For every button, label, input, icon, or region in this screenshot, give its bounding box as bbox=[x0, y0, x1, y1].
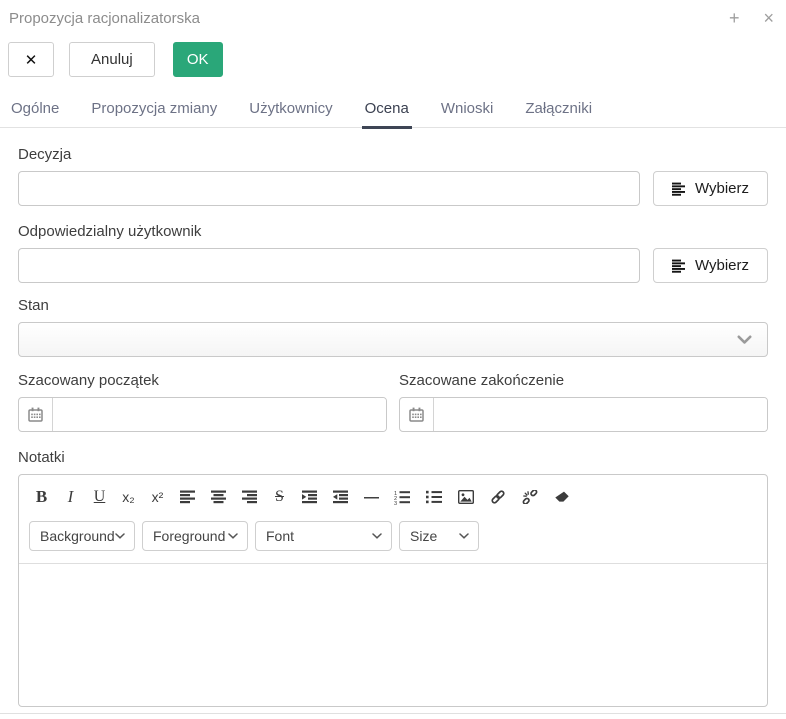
indent-icon bbox=[302, 490, 317, 504]
chevron-down-icon bbox=[372, 533, 382, 539]
font-size-select[interactable]: Size bbox=[399, 521, 479, 551]
chevron-down-icon bbox=[737, 335, 752, 345]
strikethrough-button[interactable]: S bbox=[267, 484, 292, 510]
ok-button[interactable]: OK bbox=[173, 42, 223, 77]
underline-icon: U bbox=[94, 488, 106, 506]
strikethrough-icon: S bbox=[275, 488, 284, 506]
chevron-down-icon bbox=[115, 533, 125, 539]
tab-zalaczniki[interactable]: Załączniki bbox=[522, 100, 595, 129]
chevron-down-icon bbox=[459, 533, 469, 539]
close-button[interactable]: ✕ bbox=[8, 42, 54, 77]
list-icon bbox=[672, 182, 686, 196]
align-right-button[interactable] bbox=[236, 484, 263, 510]
subscript-button[interactable]: x₂ bbox=[116, 484, 141, 510]
estimated-start-input[interactable] bbox=[53, 398, 386, 431]
insert-image-button[interactable] bbox=[452, 484, 480, 510]
notes-editor-area[interactable] bbox=[19, 563, 767, 706]
align-center-button[interactable] bbox=[205, 484, 232, 510]
align-left-button[interactable] bbox=[174, 484, 201, 510]
italic-button[interactable]: I bbox=[58, 484, 83, 510]
estimated-start-field bbox=[18, 397, 387, 432]
maximize-icon[interactable]: + bbox=[729, 9, 740, 27]
calendar-icon[interactable] bbox=[400, 398, 434, 431]
state-label: Stan bbox=[18, 297, 768, 314]
indent-button[interactable] bbox=[296, 484, 323, 510]
bottom-divider bbox=[0, 713, 786, 714]
underline-button[interactable]: U bbox=[87, 484, 112, 510]
editor-toolbar-row2: Background Foreground Font Size bbox=[19, 513, 767, 563]
horizontal-rule-icon: — bbox=[364, 489, 378, 506]
link-icon bbox=[490, 490, 506, 504]
list-icon bbox=[672, 259, 686, 273]
action-bar: ✕ Anuluj OK bbox=[8, 42, 778, 77]
chevron-down-icon bbox=[228, 533, 238, 539]
unordered-list-button[interactable] bbox=[420, 484, 448, 510]
align-center-icon bbox=[211, 490, 226, 504]
ordered-list-button[interactable]: 123 bbox=[388, 484, 416, 510]
decision-choose-button[interactable]: Wybierz bbox=[653, 171, 768, 206]
tab-uzytkownicy[interactable]: Użytkownicy bbox=[246, 100, 335, 129]
remove-format-button[interactable] bbox=[548, 484, 576, 510]
font-select-label: Font bbox=[266, 528, 294, 544]
cancel-button[interactable]: Anuluj bbox=[69, 42, 155, 77]
horizontal-rule-button[interactable]: — bbox=[358, 484, 384, 510]
decision-input[interactable] bbox=[18, 171, 640, 206]
estimated-end-label: Szacowane zakończenie bbox=[399, 372, 768, 389]
responsible-user-label: Odpowiedzialny użytkownik bbox=[18, 223, 768, 240]
responsible-user-input[interactable] bbox=[18, 248, 640, 283]
form-content: Decyzja Wybierz Odpowiedzialny użytkowni… bbox=[0, 146, 786, 707]
align-right-icon bbox=[242, 490, 257, 504]
svg-text:3: 3 bbox=[394, 500, 397, 504]
tab-ogolne[interactable]: Ogólne bbox=[8, 100, 62, 129]
dialog-title: Propozycja racjonalizatorska bbox=[9, 10, 200, 27]
title-bar: Propozycja racjonalizatorska + × bbox=[0, 0, 786, 27]
superscript-button[interactable]: x² bbox=[145, 484, 170, 510]
eraser-icon bbox=[554, 490, 570, 504]
background-select-label: Background bbox=[40, 528, 115, 544]
foreground-select-label: Foreground bbox=[153, 528, 225, 544]
estimated-start-label: Szacowany początek bbox=[18, 372, 387, 389]
estimated-end-field bbox=[399, 397, 768, 432]
ordered-list-icon: 123 bbox=[394, 490, 410, 505]
insert-link-button[interactable] bbox=[484, 484, 512, 510]
italic-icon: I bbox=[68, 487, 74, 507]
unlink-icon bbox=[522, 490, 538, 504]
outdent-button[interactable] bbox=[327, 484, 354, 510]
choose-button-label: Wybierz bbox=[695, 257, 749, 274]
image-icon bbox=[458, 490, 474, 504]
foreground-color-select[interactable]: Foreground bbox=[142, 521, 248, 551]
unordered-list-icon bbox=[426, 490, 442, 504]
calendar-icon[interactable] bbox=[19, 398, 53, 431]
responsible-user-choose-button[interactable]: Wybierz bbox=[653, 248, 768, 283]
window-controls: + × bbox=[729, 9, 774, 27]
decision-label: Decyzja bbox=[18, 146, 768, 163]
estimated-end-input[interactable] bbox=[434, 398, 767, 431]
subscript-icon: x₂ bbox=[122, 489, 134, 505]
choose-button-label: Wybierz bbox=[695, 180, 749, 197]
superscript-icon: x² bbox=[152, 489, 164, 505]
tab-ocena[interactable]: Ocena bbox=[362, 100, 412, 129]
window-close-icon[interactable]: × bbox=[763, 9, 774, 27]
align-left-icon bbox=[180, 490, 195, 504]
tab-propozycja-zmiany[interactable]: Propozycja zmiany bbox=[88, 100, 220, 129]
notes-label: Notatki bbox=[18, 449, 768, 466]
editor-toolbar-row1: B I U x₂ x² bbox=[19, 475, 767, 513]
bold-button[interactable]: B bbox=[29, 484, 54, 510]
outdent-icon bbox=[333, 490, 348, 504]
state-select[interactable] bbox=[18, 322, 768, 357]
background-color-select[interactable]: Background bbox=[29, 521, 135, 551]
unlink-button[interactable] bbox=[516, 484, 544, 510]
size-select-label: Size bbox=[410, 528, 437, 544]
font-family-select[interactable]: Font bbox=[255, 521, 392, 551]
bold-icon: B bbox=[36, 487, 47, 507]
notes-rich-text-editor: B I U x₂ x² bbox=[18, 474, 768, 707]
tab-wnioski[interactable]: Wnioski bbox=[438, 100, 497, 129]
tab-bar: Ogólne Propozycja zmiany Użytkownicy Oce… bbox=[0, 100, 786, 128]
